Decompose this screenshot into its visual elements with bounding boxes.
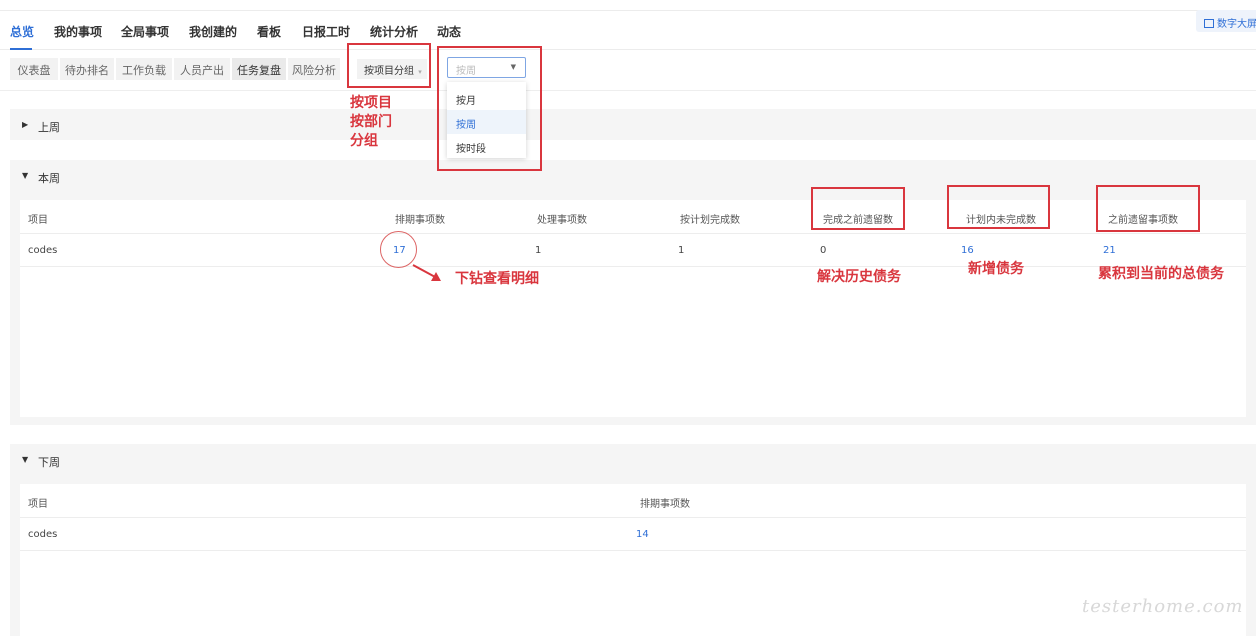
section-title: 下周 [38,456,60,469]
tab-global-items[interactable]: 全局事项 [121,23,169,40]
next-week-table: 项目 排期事项数 codes 14 [20,484,1246,636]
col-completed-on-plan: 按计划完成数 [680,215,740,226]
table-header: 项目 排期事项数 处理事项数 按计划完成数 完成之前遗留数 计划内未完成数 之前… [20,200,1246,234]
section-this-week: ▼ 本周 项目 排期事项数 处理事项数 按计划完成数 完成之前遗留数 计划内未完… [10,160,1256,425]
scheduled-count-link[interactable]: 14 [636,529,649,540]
project-name: codes [28,529,58,540]
subtab-workload[interactable]: 工作负载 [116,58,172,80]
tab-statistics[interactable]: 统计分析 [370,23,418,40]
tab-overview[interactable]: 总览 [10,23,34,40]
caret-down-icon: ▼ [22,455,29,464]
section-header-this-week[interactable]: ▼ 本周 [10,160,1256,190]
project-name: codes [28,245,58,256]
annotation-box-group [347,43,431,88]
col-handled: 处理事项数 [537,215,587,226]
col-scheduled: 排期事项数 [640,499,690,510]
planned-unfinished-link[interactable]: 16 [961,245,974,256]
annotation-drilldown: 下钻查看明细 [455,271,539,287]
subtab-dashboard[interactable]: 仪表盘 [10,58,58,80]
section-last-week: ▶ 上周 [10,109,1256,140]
section-header-next-week[interactable]: ▼ 下周 [10,444,1256,474]
legacy-items-link[interactable]: 21 [1103,245,1116,256]
subtab-task-review[interactable]: 任务复盘 [232,58,286,80]
big-screen-button[interactable]: 数字大屏 [1196,10,1256,32]
completed-on-plan-count: 1 [678,245,685,256]
handled-count: 1 [535,245,542,256]
annotation-box-planned-unfinished [947,185,1050,229]
active-tab-indicator [10,48,32,50]
section-title: 本周 [38,172,60,185]
table-row: codes 17 1 1 0 16 21 [20,234,1246,267]
caret-down-icon: ▼ [22,171,29,180]
annotation-box-legacy-completed [811,187,905,230]
annotation-box-legacy-items [1096,185,1200,232]
section-title: 上周 [38,121,60,134]
annotation-box-period [437,46,542,171]
tab-daily-hours[interactable]: 日报工时 [302,23,350,40]
subtab-risk-analysis[interactable]: 风险分析 [288,58,340,80]
section-header-last-week[interactable]: ▶ 上周 [10,109,1256,139]
tab-kanban[interactable]: 看板 [257,23,281,40]
screen-icon [1204,19,1214,28]
annotation-new-debt: 新增债务 [968,261,1024,277]
caret-right-icon: ▶ [22,120,29,129]
subtab-staff-output[interactable]: 人员产出 [174,58,230,80]
big-screen-label: 数字大屏 [1217,19,1256,30]
subtab-todo-ranking[interactable]: 待办排名 [60,58,114,80]
tab-created-by-me[interactable]: 我创建的 [189,23,237,40]
tab-activity[interactable]: 动态 [437,23,461,40]
this-week-table: 项目 排期事项数 处理事项数 按计划完成数 完成之前遗留数 计划内未完成数 之前… [20,200,1246,417]
tab-my-items[interactable]: 我的事项 [54,23,102,40]
col-project: 项目 [28,215,48,226]
section-next-week: ▼ 下周 项目 排期事项数 codes 14 [10,444,1256,636]
annotation-total-debt: 累积到当前的总债务 [1098,266,1224,282]
divider [0,90,1256,91]
arrow-icon [412,264,441,281]
table-header: 项目 排期事项数 [20,484,1246,518]
watermark: testerhome.com [1082,596,1244,617]
legacy-completed-count: 0 [820,245,827,256]
col-project: 项目 [28,499,48,510]
table-row: codes 14 [20,518,1246,551]
top-navigation: 总览 我的事项 全局事项 我创建的 看板 日报工时 统计分析 动态 [0,10,1256,50]
col-scheduled: 排期事项数 [395,215,445,226]
annotation-resolve-debt: 解决历史债务 [817,269,901,285]
annotation-group-note: 按项目 按部门 分组 [350,95,392,149]
